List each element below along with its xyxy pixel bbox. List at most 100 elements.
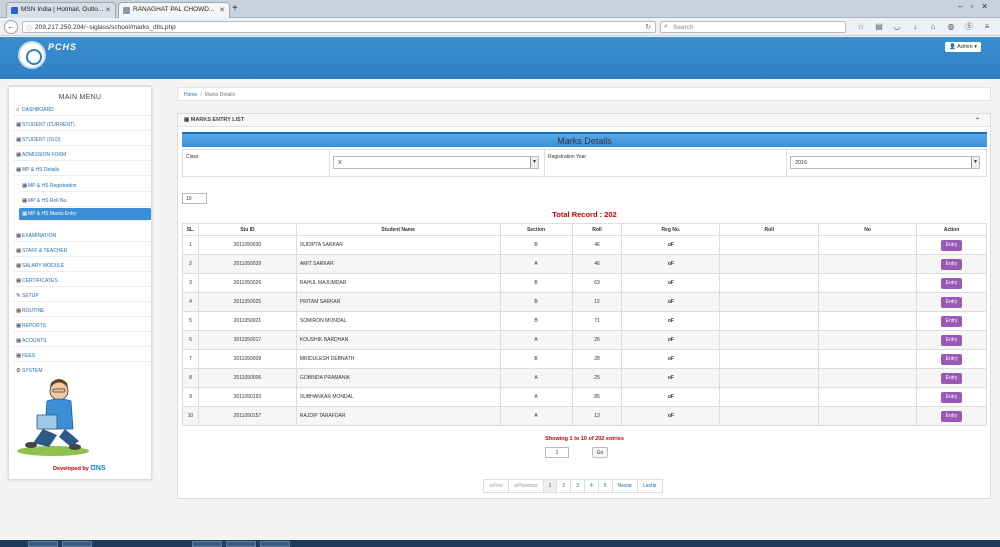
- sidebar-item-acounts[interactable]: ▦ACOUNTS: [13, 335, 151, 347]
- menu-icon[interactable]: ≡: [978, 22, 996, 31]
- developer-brand: ƱNS: [90, 465, 106, 472]
- entry-button[interactable]: Entry: [941, 410, 963, 422]
- sidebar-item-examination[interactable]: ▦EXAMINATION: [13, 230, 151, 242]
- page-size-input[interactable]: 10: [182, 193, 207, 204]
- cell-section: B: [499, 273, 573, 293]
- class-select[interactable]: X ▼: [333, 156, 539, 169]
- toolbar-icons: ☆ ▤ ◡ ↓ ⌂ ◍ Ⓢ ≡: [852, 21, 996, 32]
- column-header: Roll: [571, 223, 623, 236]
- entry-button[interactable]: Entry: [941, 258, 963, 270]
- reading-list-icon[interactable]: ▤: [870, 22, 888, 31]
- sidebar-item-staff-teacher[interactable]: ▦STAFF & TEACHER: [13, 245, 151, 257]
- taskbar-item[interactable]: [260, 541, 290, 547]
- cell-sl: 5: [182, 311, 199, 331]
- close-tab-icon[interactable]: ✕: [105, 6, 111, 14]
- previous-page-button[interactable]: ⊖Previous: [509, 480, 544, 492]
- back-arrow-icon[interactable]: ←: [4, 20, 18, 34]
- cell-roll: 25: [571, 368, 623, 388]
- sidebar-item-system[interactable]: ⚙SYSTEM: [13, 365, 151, 377]
- entry-button[interactable]: Entry: [941, 315, 963, 327]
- showing-entries-text: Showing 1 to 10 of 202 entries: [545, 436, 624, 442]
- skype-icon[interactable]: Ⓢ: [960, 21, 978, 32]
- cell-action: Entry: [916, 273, 987, 293]
- entry-button[interactable]: Entry: [941, 391, 963, 403]
- sidebar-item-fees[interactable]: ▦FEES: [13, 350, 151, 362]
- chat-icon[interactable]: ◍: [942, 22, 960, 31]
- page-button-2[interactable]: 2: [557, 480, 572, 492]
- entry-button[interactable]: Entry: [941, 372, 963, 384]
- entry-button[interactable]: Entry: [941, 277, 963, 289]
- close-tab-icon[interactable]: ✕: [219, 6, 225, 14]
- sidebar-item-setup[interactable]: ✎SETUP: [13, 290, 151, 302]
- url-bar[interactable]: ⓘ 209.217.250.204/~siglass/school/marks_…: [22, 21, 656, 33]
- page-button-3[interactable]: 3: [571, 480, 585, 492]
- admin-dropdown-button[interactable]: 👤 Admin ▾: [945, 42, 981, 52]
- reload-icon[interactable]: ↻: [645, 23, 651, 31]
- taskbar-item[interactable]: [226, 541, 256, 547]
- taskbar-item[interactable]: [192, 541, 222, 547]
- sidebar-item-student-current[interactable]: ▦STUDENT (CURRENT): [13, 119, 151, 131]
- cell-action: Entry: [916, 387, 987, 407]
- cell-stu-id: 2011050021: [197, 311, 297, 331]
- sidebar-item-routine[interactable]: ▦ROUTINE: [13, 305, 151, 317]
- sidebar-item-dashboard[interactable]: ⌂ DASHBOARD: [13, 104, 151, 116]
- page-button-1[interactable]: 1: [543, 480, 558, 492]
- first-page-button[interactable]: ⊖First: [484, 480, 509, 492]
- sidebar-item-reports[interactable]: ▦REPORTS: [13, 320, 151, 332]
- table-row: 6 2011050017 KOUSHIK BARDHAN A 26 oF Entry: [182, 330, 987, 350]
- pocket-icon[interactable]: ◡: [888, 22, 906, 31]
- taskbar-item[interactable]: [28, 541, 58, 547]
- go-button[interactable]: Go: [592, 447, 608, 458]
- sidebar-item-mp-hs-marks-entry[interactable]: ▦MP & HS Marks Entry: [19, 208, 151, 221]
- download-icon[interactable]: ↓: [906, 22, 924, 31]
- column-header: Roll: [719, 223, 820, 236]
- cell-stu-id: 2011050009: [197, 349, 297, 369]
- page-button-4[interactable]: 4: [585, 480, 599, 492]
- cell-roll: 13: [571, 406, 623, 426]
- sidebar-item-salary-module[interactable]: ▦SALARY MODULE: [13, 260, 151, 272]
- browser-tab-school[interactable]: RANAGHAT PAL CHOWD... ✕: [118, 2, 230, 18]
- entry-button[interactable]: Entry: [941, 239, 963, 251]
- cell-student-name: KOUSHIK BARDHAN: [295, 330, 501, 350]
- cell-reg-no: oF: [621, 349, 721, 369]
- cell-no: [818, 406, 918, 426]
- browser-search-input[interactable]: ⌕ Search: [660, 21, 846, 33]
- sidebar-item-mp-hs-roll-no[interactable]: ▦MP & HS Roll No.: [19, 195, 151, 207]
- new-tab-icon[interactable]: +: [232, 3, 238, 14]
- sidebar-item-mp-hs-details[interactable]: ▦MP & HS Details: [13, 164, 151, 176]
- bookmark-star-icon[interactable]: ☆: [852, 22, 870, 31]
- window-controls[interactable]: –▫✕: [958, 2, 996, 11]
- column-header: Section: [499, 223, 573, 236]
- last-page-button[interactable]: Last⊕: [638, 480, 662, 492]
- entry-button[interactable]: Entry: [941, 353, 963, 365]
- sidebar-item-label: MP & HS Registration: [28, 183, 77, 189]
- breadcrumb-home-link[interactable]: Home: [184, 92, 197, 98]
- cell-sl: 6: [182, 330, 199, 350]
- sidebar-item-label: SYSTEM: [22, 368, 43, 374]
- school-favicon-icon: [123, 7, 130, 14]
- reg-year-select[interactable]: 2016 ▼: [790, 156, 980, 169]
- next-page-button[interactable]: Next⊕: [613, 480, 638, 492]
- column-header: Action: [916, 223, 987, 236]
- goto-page-input[interactable]: 1: [545, 447, 569, 458]
- panel-header: ▦ MARKS ENTRY LIST ⌃: [178, 114, 990, 127]
- sidebar-item-certificates[interactable]: ▦CERTIFICATES: [13, 275, 151, 287]
- home-icon[interactable]: ⌂: [924, 22, 942, 31]
- sidebar-item-label: ROUTINE: [22, 308, 45, 314]
- cell-sl: 10: [182, 406, 199, 426]
- entry-button[interactable]: Entry: [941, 296, 963, 308]
- entry-button[interactable]: Entry: [941, 334, 963, 346]
- chevron-up-icon[interactable]: ⌃: [975, 117, 980, 124]
- taskbar-item[interactable]: [62, 541, 92, 547]
- sidebar-item-label: CERTIFICATES: [22, 278, 58, 284]
- column-header: SL.: [182, 223, 199, 236]
- sidebar-item-admission-form[interactable]: ▦ADMISSION FORM: [13, 149, 151, 161]
- sidebar-item-label: ADMISSION FORM: [22, 152, 67, 158]
- cell-roll-2: [719, 254, 820, 274]
- sidebar-item-mp-hs-registration[interactable]: ▦MP & HS Registration: [19, 180, 151, 192]
- browser-tab-msn[interactable]: MSN India | Hotmail, Outlo... ✕: [6, 2, 116, 18]
- cell-no: [818, 387, 918, 407]
- page-button-5[interactable]: 5: [599, 480, 613, 492]
- sidebar-item-student-old[interactable]: ▦STUDENT (OLD): [13, 134, 151, 146]
- cell-no: [818, 235, 918, 255]
